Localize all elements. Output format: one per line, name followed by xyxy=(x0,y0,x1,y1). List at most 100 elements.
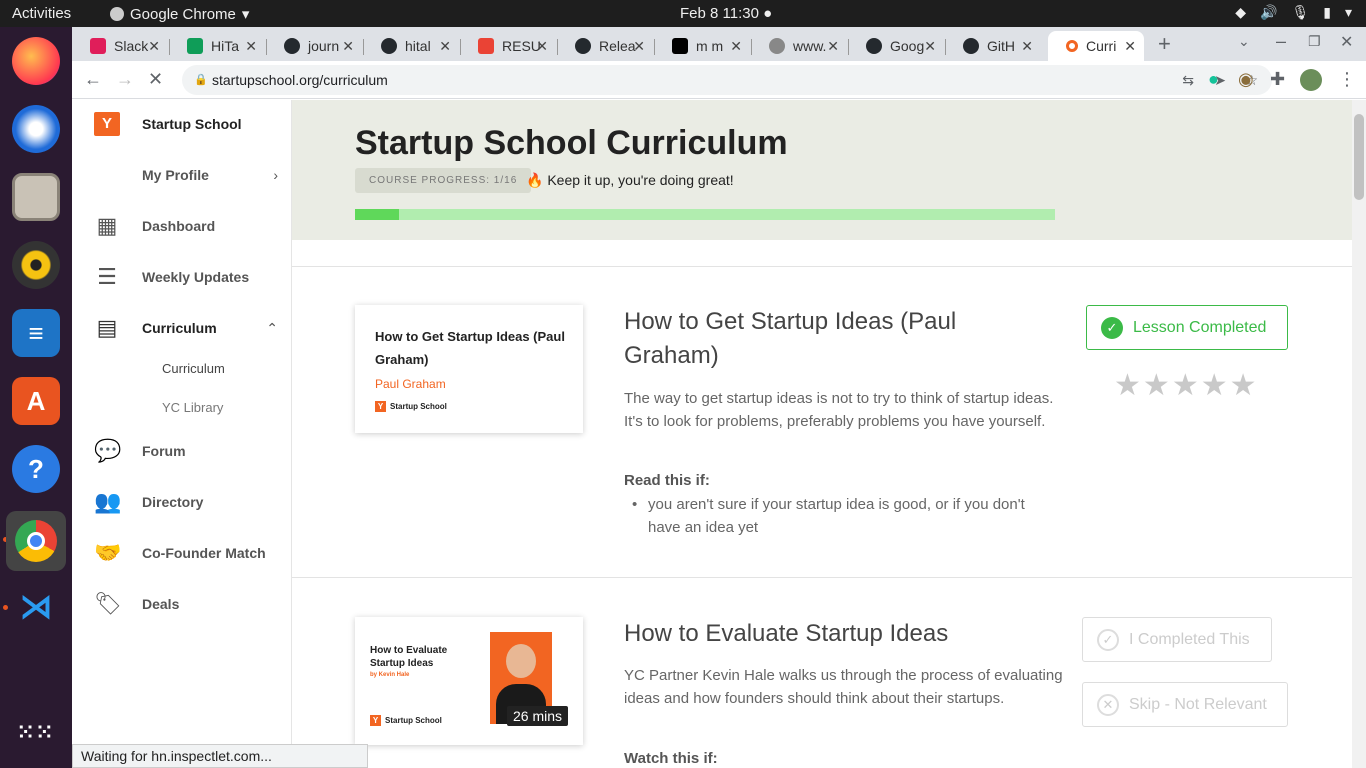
tab-www[interactable]: www. ✕ xyxy=(751,31,847,61)
fire-icon: 🔥 xyxy=(526,172,544,188)
more-menu-icon[interactable]: ⋮ xyxy=(1338,69,1356,90)
github-icon xyxy=(284,38,300,54)
close-icon[interactable]: ✕ xyxy=(245,38,257,55)
tag-icon: 🏷 xyxy=(94,591,122,616)
mic-icon: 🎙 xyxy=(1291,4,1310,20)
tab-hitail[interactable]: HiTa ✕ xyxy=(169,31,265,61)
card-author: Paul Graham xyxy=(375,377,446,391)
rhythmbox-icon[interactable] xyxy=(12,241,60,289)
sidebar-item-label: Weekly Updates xyxy=(142,269,250,285)
sidebar-item-curriculum[interactable]: ▤ Curriculum ⌃ xyxy=(72,308,292,348)
progress-badge: COURSE PROGRESS: 1/16 xyxy=(355,168,532,193)
page-title: Startup School Curriculum xyxy=(355,124,788,162)
close-icon[interactable]: ✕ xyxy=(148,38,160,55)
tab-slack[interactable]: Slack ✕ xyxy=(72,31,168,61)
sidebar-item-forum[interactable]: 💬 Forum xyxy=(72,431,292,471)
clock[interactable]: Feb 8 11:30 ● xyxy=(680,5,772,22)
lesson-completed-button[interactable]: ✓ Lesson Completed xyxy=(1086,305,1288,350)
vscode-icon[interactable]: ⋊ xyxy=(12,583,60,631)
github-icon xyxy=(866,38,882,54)
sidebar-subitem-yc-library[interactable]: YC Library xyxy=(72,387,292,427)
close-icon[interactable]: ✕ xyxy=(439,38,451,55)
lesson-thumbnail[interactable]: How to Evaluate Startup Ideas by Kevin H… xyxy=(355,617,583,745)
tab-medium[interactable]: m m ✕ xyxy=(654,31,750,61)
help-icon[interactable]: ? xyxy=(12,445,60,493)
chevron-right-icon: › xyxy=(273,167,278,183)
star-icon[interactable]: ★ xyxy=(1114,369,1143,402)
close-window-button[interactable]: ✕ xyxy=(1340,32,1353,52)
lesson-thumbnail[interactable]: How to Get Startup Ideas (Paul Graham) P… xyxy=(355,305,583,433)
firefox-icon[interactable] xyxy=(12,37,60,85)
tab-releases[interactable]: Relea ✕ xyxy=(557,31,653,61)
extensions-puzzle-icon[interactable]: ✚ xyxy=(1270,69,1285,90)
extension-owl-icon[interactable]: ◉ xyxy=(1238,69,1254,90)
sidebar-brand[interactable]: Y Startup School xyxy=(72,104,292,144)
completed-this-button[interactable]: ✓ I Completed This xyxy=(1082,617,1272,662)
duration-badge: 26 mins xyxy=(507,706,569,726)
forward-button[interactable]: → xyxy=(116,69,134,90)
tab-google[interactable]: Goog ✕ xyxy=(848,31,944,61)
tab-curriculum[interactable]: Curri ✕ xyxy=(1048,31,1144,61)
tab-journal[interactable]: journ ✕ xyxy=(266,31,362,61)
scrollbar[interactable] xyxy=(1352,100,1366,768)
close-icon[interactable]: ✕ xyxy=(536,38,548,55)
close-icon[interactable]: ✕ xyxy=(827,38,839,55)
sidebar-subitem-curriculum[interactable]: Curriculum xyxy=(72,348,292,388)
star-icon[interactable]: ★ xyxy=(1143,369,1172,402)
rating-stars[interactable]: ★★★★★ xyxy=(1114,368,1259,403)
star-icon[interactable]: ★ xyxy=(1230,369,1259,402)
thunderbird-icon[interactable] xyxy=(12,105,60,153)
lesson-title[interactable]: How to Evaluate Startup Ideas xyxy=(624,617,1054,651)
sidebar-item-directory[interactable]: 👥 Directory xyxy=(72,482,292,522)
app-menu[interactable]: Google Chrome ▾ xyxy=(110,5,249,23)
tab-label: hital xyxy=(405,38,431,54)
new-tab-button[interactable]: + xyxy=(1158,31,1171,57)
sidebar: Y Startup School My Profile › ▦ Dashboar… xyxy=(72,100,292,768)
sidebar-item-deals[interactable]: 🏷 Deals xyxy=(72,584,292,624)
tab-resume[interactable]: RESU ✕ xyxy=(460,31,556,61)
close-icon[interactable]: ✕ xyxy=(924,38,936,55)
tab-label: GitH xyxy=(987,38,1015,54)
github-icon xyxy=(381,38,397,54)
close-icon[interactable]: ✕ xyxy=(633,38,645,55)
software-center-icon[interactable]: A xyxy=(12,377,60,425)
files-icon[interactable] xyxy=(12,173,60,221)
scrollbar-thumb[interactable] xyxy=(1354,114,1364,200)
card-brand-label: Startup School xyxy=(385,716,442,725)
sidebar-item-cofounder-match[interactable]: 🤝 Co-Founder Match xyxy=(72,533,292,573)
sidebar-item-dashboard[interactable]: ▦ Dashboard xyxy=(72,206,292,246)
profile-avatar[interactable] xyxy=(1300,69,1322,91)
star-icon[interactable]: ★ xyxy=(1201,369,1230,402)
close-icon[interactable]: ✕ xyxy=(1124,38,1136,55)
yc-logo-icon: Y xyxy=(94,112,120,136)
tab-label: www. xyxy=(793,38,827,54)
check-circle-icon: ✓ xyxy=(1097,628,1119,651)
close-icon[interactable]: ✕ xyxy=(342,38,354,55)
curriculum-header: Startup School Curriculum COURSE PROGRES… xyxy=(292,100,1352,240)
stop-loading-button[interactable]: ✕ xyxy=(148,69,163,90)
grammarly-icon[interactable]: ● xyxy=(1208,69,1219,90)
skip-not-relevant-button[interactable]: ✕ Skip - Not Relevant xyxy=(1082,682,1288,727)
show-apps-icon[interactable]: ⁙⁙ xyxy=(12,709,60,757)
lesson-title[interactable]: How to Get Startup Ideas (Paul Graham) xyxy=(624,305,1054,373)
activities-button[interactable]: Activities xyxy=(12,5,71,22)
close-icon[interactable]: ✕ xyxy=(730,38,742,55)
translate-icon[interactable]: ⇆ xyxy=(1182,65,1194,95)
minimize-button[interactable]: – xyxy=(1276,31,1286,52)
address-bar[interactable]: 🔒 startupschool.org/curriculum ⇆ ➤ ☆ xyxy=(182,65,1272,95)
tab-github[interactable]: GitH ✕ xyxy=(945,31,1041,61)
back-button[interactable]: ← xyxy=(84,69,102,90)
tab-label: Curri xyxy=(1086,38,1117,54)
tab-hital[interactable]: hital ✕ xyxy=(363,31,459,61)
list-item: • you aren't sure if your startup idea i… xyxy=(632,493,1048,539)
system-tray[interactable]: ◆ 🔊 🎙 ▮ ▾ xyxy=(1235,4,1352,21)
writer-icon[interactable]: ≡ xyxy=(12,309,60,357)
chrome-icon[interactable] xyxy=(6,511,66,571)
star-icon[interactable]: ★ xyxy=(1172,369,1201,402)
sidebar-item-my-profile[interactable]: My Profile › xyxy=(72,155,292,195)
sidebar-item-weekly-updates[interactable]: ☰ Weekly Updates xyxy=(72,257,292,297)
close-icon[interactable]: ✕ xyxy=(1021,38,1033,55)
maximize-button[interactable]: ❐ xyxy=(1308,33,1321,50)
tab-search-button[interactable]: ⌄ xyxy=(1238,33,1250,50)
card-title: How to Get Startup Ideas (Paul Graham) xyxy=(375,329,565,367)
